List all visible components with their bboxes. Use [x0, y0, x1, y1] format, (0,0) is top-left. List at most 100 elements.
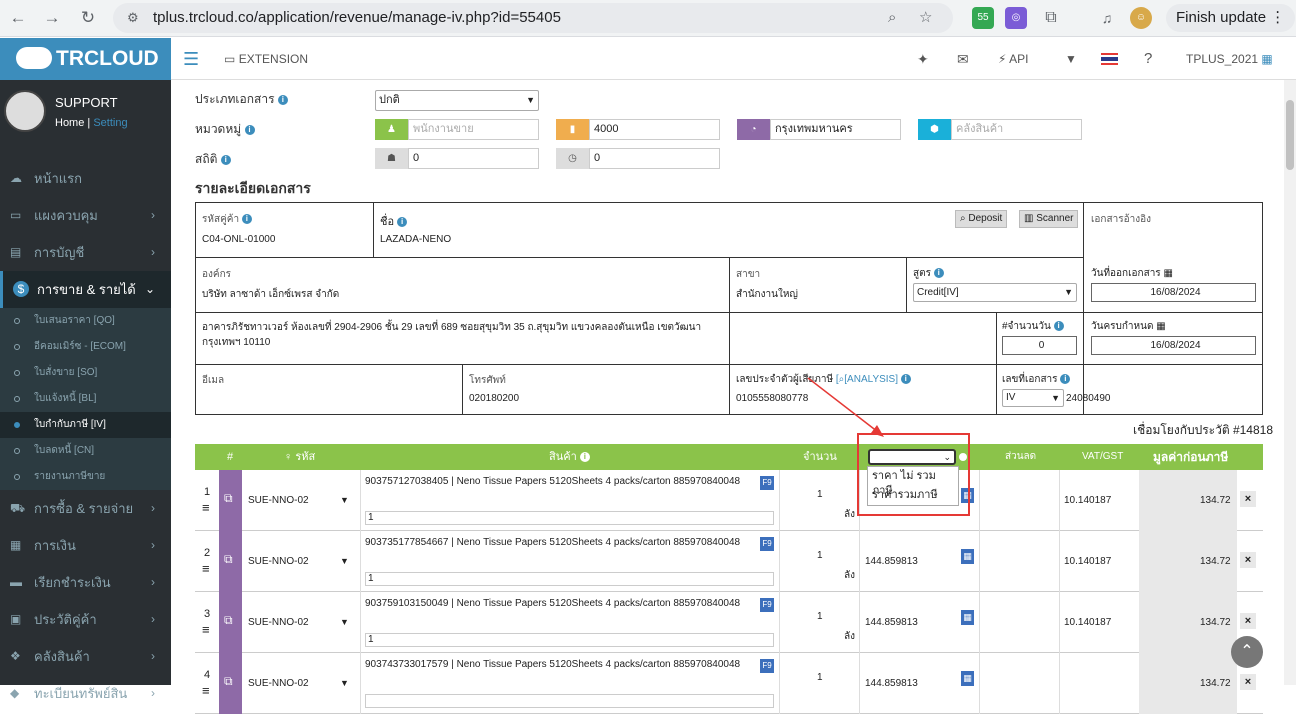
hamburger-menu-icon[interactable]: ☰ [183, 38, 199, 80]
qty-value[interactable]: 1 [817, 550, 823, 561]
history-link[interactable]: เชื่อมโยงกับประวัติ #14818 [1133, 421, 1273, 440]
formula-select[interactable]: Credit[IV] ▼ [913, 283, 1077, 302]
profile-avatar-icon[interactable]: ☺ [1130, 7, 1152, 29]
copy-row-button[interactable]: ⧉ [219, 531, 242, 592]
api-link[interactable]: ⚡ API [998, 38, 1028, 80]
chevron-down-icon[interactable]: ▼ [340, 617, 349, 627]
extension-color-icon[interactable]: ◎ [1005, 7, 1027, 29]
drag-handle-icon[interactable]: ≡ [202, 622, 210, 637]
forward-icon[interactable]: → [38, 4, 66, 32]
home-link[interactable]: Home [55, 117, 84, 129]
item-code[interactable]: SUE-NNO-02 [248, 617, 309, 628]
scanner-button[interactable]: ▥ Scanner [1019, 210, 1079, 228]
sidebar-item-billing[interactable]: ▬ เรียกชำระเงิน › [0, 564, 171, 601]
finish-update-button[interactable]: Finish update ⋮ [1166, 4, 1296, 32]
unit-price[interactable]: 144.859813 [865, 617, 918, 628]
chevron-down-icon[interactable]: ▼ [340, 678, 349, 688]
row-note-input[interactable]: 1 [365, 572, 774, 586]
days-input[interactable]: 0 [1002, 336, 1077, 355]
sidebar-sub-iv[interactable]: ใบกำกับภาษี [IV] [0, 412, 171, 438]
chevron-down-icon[interactable]: ▼ [340, 556, 349, 566]
site-info-icon[interactable]: ⚙ [127, 3, 139, 33]
remove-row-icon[interactable]: × [1240, 674, 1256, 690]
product-description[interactable]: 903743733017579 | Neno Tissue Papers 512… [365, 659, 765, 670]
extensions-puzzle-icon[interactable]: ⧉ [1040, 7, 1062, 29]
remove-row-icon[interactable]: × [1240, 552, 1256, 568]
product-description[interactable]: 903735177854667 | Neno Tissue Papers 512… [365, 537, 765, 548]
reload-icon[interactable]: ↻ [74, 4, 102, 32]
deposit-button[interactable]: ⌕ Deposit [955, 210, 1008, 228]
sidebar-item-accounting[interactable]: ▤ การบัญชี › [0, 234, 171, 271]
row-note-input[interactable] [365, 694, 774, 708]
sidebar-sub-ecom[interactable]: อีคอมเมิร์ซ - [ECOM] [0, 334, 171, 360]
sidebar-item-finance[interactable]: ▦ การเงิน › [0, 527, 171, 564]
remove-row-icon[interactable]: × [1240, 613, 1256, 629]
remove-row-icon[interactable]: × [1240, 491, 1256, 507]
drag-handle-icon[interactable]: ≡ [202, 500, 210, 515]
scroll-top-button[interactable]: ⌃ [1231, 636, 1263, 668]
address-textarea[interactable]: อาคารภิรัชทาวเวอร์ ห้องเลขที่ 2904-2906 … [202, 320, 732, 350]
extension-link[interactable]: ▭ EXTENSION [224, 38, 308, 80]
sidebar-item-purchase[interactable]: ⛟ การซื้อ & รายจ่าย › [0, 490, 171, 527]
f9-button[interactable]: F9 [760, 476, 774, 490]
product-description[interactable]: 903759103150049 | Neno Tissue Papers 512… [365, 598, 765, 609]
party-icon[interactable]: ✦ [917, 38, 929, 80]
item-code[interactable]: SUE-NNO-02 [248, 556, 309, 567]
region-input[interactable]: กรุงเทพมหานคร [770, 119, 901, 140]
sidebar-item-home[interactable]: ☁ หน้าแรก [0, 160, 171, 197]
drag-handle-icon[interactable]: ≡ [202, 561, 210, 576]
caret-down-icon[interactable]: ▼ [1065, 38, 1077, 80]
sidebar-item-assets[interactable]: ◆ ทะเบียนทรัพย์สิน › [0, 675, 171, 712]
item-code[interactable]: SUE-NNO-02 [248, 495, 309, 506]
bookmark-star-icon[interactable]: ☆ [919, 3, 932, 33]
warehouse-input[interactable]: คลังสินค้า [951, 119, 1082, 140]
qty-value[interactable]: 1 [817, 489, 823, 500]
product-description[interactable]: 903757127038405 | Neno Tissue Papers 512… [365, 476, 765, 487]
calculator-icon[interactable]: ▦ [961, 671, 974, 686]
back-icon[interactable]: ← [4, 4, 32, 32]
company-selector[interactable]: TPLUS_2021 ▦ [1186, 38, 1273, 80]
address-bar[interactable]: ⚙ tplus.trcloud.co/application/revenue/m… [113, 3, 953, 33]
f9-button[interactable]: F9 [760, 537, 774, 551]
f9-button[interactable]: F9 [760, 659, 774, 673]
copy-row-button[interactable]: ⧉ [219, 470, 242, 531]
unit-price[interactable]: 144.859813 [865, 556, 918, 567]
docno-prefix-select[interactable]: IV ▼ [1002, 389, 1064, 407]
doc-type-select[interactable]: ปกติ ▼ [375, 90, 539, 111]
qty-value[interactable]: 1 [817, 672, 823, 683]
sidebar-item-partner-history[interactable]: ▣ ประวัติคู่ค้า › [0, 601, 171, 638]
due-date-input[interactable]: 16/08/2024 [1091, 336, 1256, 355]
doc-date-input[interactable]: 16/08/2024 [1091, 283, 1256, 302]
scrollbar[interactable] [1284, 80, 1296, 685]
setting-link[interactable]: Setting [93, 117, 127, 129]
sidebar-sub-cn[interactable]: ใบลดหนี้ [CN] [0, 438, 171, 464]
row-note-input[interactable]: 1 [365, 511, 774, 525]
code-input[interactable]: 4000 [589, 119, 720, 140]
zoom-icon[interactable]: ⌕ [888, 3, 896, 33]
help-icon[interactable]: ? [1144, 38, 1152, 80]
f9-button[interactable]: F9 [760, 598, 774, 612]
envelope-icon[interactable]: ✉ [957, 38, 969, 80]
media-icon[interactable]: ♫ [1096, 7, 1118, 29]
drag-handle-icon[interactable]: ≡ [202, 683, 210, 698]
brand-logo[interactable]: TRCLOUD [0, 38, 171, 80]
sidebar-item-inventory[interactable]: ❖ คลังสินค้า › [0, 638, 171, 675]
chevron-down-icon[interactable]: ▼ [340, 495, 349, 505]
item-code[interactable]: SUE-NNO-02 [248, 678, 309, 689]
copy-row-button[interactable]: ⧉ [219, 653, 242, 714]
stat-2-input[interactable]: 0 [589, 148, 720, 169]
salesperson-input[interactable]: พนักงานขาย [408, 119, 539, 140]
unit-price[interactable]: 144.859813 [865, 678, 918, 689]
row-note-input[interactable]: 1 [365, 633, 774, 647]
analysis-link[interactable]: [⌕[ANALYSIS] [836, 374, 898, 385]
qty-value[interactable]: 1 [817, 611, 823, 622]
stat-1-input[interactable]: 0 [408, 148, 539, 169]
copy-row-button[interactable]: ⧉ [219, 592, 242, 653]
sidebar-sub-qo[interactable]: ใบเสนอราคา [QO] [0, 308, 171, 334]
sidebar-sub-sales-tax[interactable]: รายงานภาษีขาย [0, 464, 171, 490]
sidebar-item-sales[interactable]: $ การขาย & รายได้ ⌄ [0, 271, 171, 308]
sidebar-sub-so[interactable]: ใบสั่งขาย [SO] [0, 360, 171, 386]
sidebar-item-dashboard[interactable]: ▭ แผงควบคุม › [0, 197, 171, 234]
extension-line-icon[interactable]: 55 [972, 7, 994, 29]
calculator-icon[interactable]: ▦ [961, 549, 974, 564]
